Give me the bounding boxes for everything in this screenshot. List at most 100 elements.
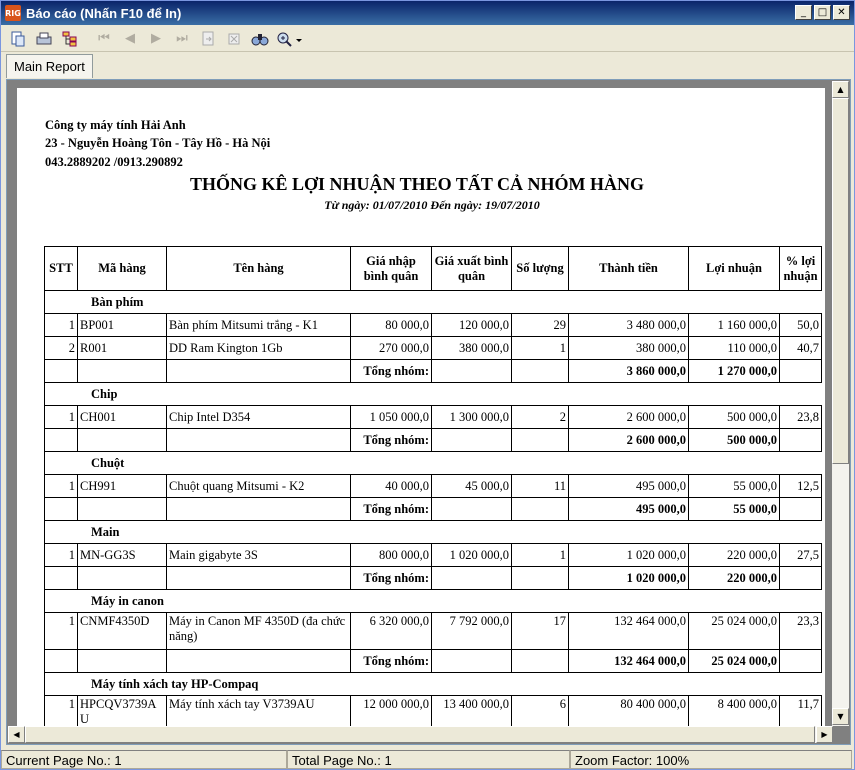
table-cell: 23,8 [779, 405, 822, 429]
vertical-scroll-thumb[interactable] [832, 98, 849, 464]
horizontal-scroll-thumb[interactable] [25, 726, 815, 743]
table-cell: 6 320 000,0 [350, 612, 432, 650]
group-total-row: Tổng nhóm: 2 600 000,0 500 000,0 [44, 428, 822, 452]
maximize-button[interactable]: □ [814, 5, 831, 20]
zoom-icon[interactable] [275, 28, 305, 50]
col-stt: STT [44, 246, 78, 291]
col-name: Tên hàng [166, 246, 351, 291]
first-page-icon[interactable]: ⏮ [93, 28, 115, 50]
table-cell: 1 020 000,0 [431, 543, 512, 567]
table-cell [779, 359, 822, 383]
current-page-status: Current Page No.: 1 [1, 750, 287, 769]
table-cell: 3 860 000,0 [568, 359, 689, 383]
stop-icon[interactable] [223, 28, 245, 50]
group-header: Chip [44, 382, 822, 406]
table-cell: Tổng nhóm: [350, 497, 432, 521]
table-cell: 1 050 000,0 [350, 405, 432, 429]
table-cell: 1 [44, 474, 78, 498]
group-header: Bàn phím [44, 290, 822, 314]
table-cell: 2 600 000,0 [568, 405, 689, 429]
table-cell: 17 [511, 612, 569, 650]
table-cell: Tổng nhóm: [350, 649, 432, 673]
company-name: Công ty máy tính Hải Anh [45, 118, 186, 132]
table-cell: 55 000,0 [688, 497, 780, 521]
table-cell [511, 359, 569, 383]
export-icon[interactable] [7, 28, 29, 50]
table-cell: 1 [44, 612, 78, 650]
group-tree-icon[interactable] [59, 28, 81, 50]
table-cell: 220 000,0 [688, 566, 780, 590]
table-cell: 120 000,0 [431, 313, 512, 337]
group-header: Chuột [44, 451, 822, 475]
table-cell: 1 [511, 336, 569, 360]
next-page-icon[interactable]: ▶ [145, 28, 167, 50]
vertical-scrollbar[interactable]: ▲ ▼ [832, 81, 849, 726]
table-cell: 12,5 [779, 474, 822, 498]
table-cell: 495 000,0 [568, 474, 689, 498]
tab-main-report[interactable]: Main Report [6, 54, 93, 78]
status-bar: Current Page No.: 1 Total Page No.: 1 Zo… [1, 750, 854, 770]
group-total-row: Tổng nhóm: 495 000,0 55 000,0 [44, 497, 822, 521]
col-profit-pct: % lợi nhuận [779, 246, 822, 291]
print-icon[interactable] [33, 28, 55, 50]
group-header: Máy in canon [44, 589, 822, 613]
horizontal-scrollbar[interactable]: ◀ ▶ [8, 726, 833, 743]
scroll-right-icon[interactable]: ▶ [816, 726, 833, 743]
table-cell: 1 [44, 543, 78, 567]
group-total-row: Tổng nhóm: 132 464 000,0 25 024 000,0 [44, 649, 822, 673]
previous-page-icon[interactable]: ◀ [119, 28, 141, 50]
scroll-left-icon[interactable]: ◀ [8, 726, 25, 743]
table-cell [77, 428, 167, 452]
table-cell: 3 480 000,0 [568, 313, 689, 337]
goto-page-icon[interactable] [197, 28, 219, 50]
date-range: Từ ngày: 01/07/2010 Đến ngày: 19/07/2010 [324, 198, 540, 212]
table-cell: CNMF4350D [77, 612, 167, 650]
table-cell: 110 000,0 [688, 336, 780, 360]
table-cell: Tổng nhóm: [350, 428, 432, 452]
table-cell [431, 649, 512, 673]
scroll-up-icon[interactable]: ▲ [832, 81, 849, 98]
table-row: 1 HPCQV3739AU Máy tính xách tay V3739AU 12 … [44, 695, 822, 726]
table-cell: Main gigabyte 3S [166, 543, 351, 567]
search-icon[interactable] [249, 28, 271, 50]
table-row: 1 BP001 Bàn phím Mitsumi trắng - K1 80 000,… [44, 313, 822, 337]
last-page-icon[interactable]: ⏭ [171, 28, 193, 50]
table-cell: Chuột quang Mitsumi - K2 [166, 474, 351, 498]
table-cell: 55 000,0 [688, 474, 780, 498]
table-cell: 11 [511, 474, 569, 498]
table-cell: 800 000,0 [350, 543, 432, 567]
group-header: Máy tính xách tay HP-Compaq [44, 672, 822, 696]
table-cell: 495 000,0 [568, 497, 689, 521]
table-cell: 2 [44, 336, 78, 360]
table-cell: 380 000,0 [431, 336, 512, 360]
table-cell [44, 566, 78, 590]
table-cell [511, 428, 569, 452]
table-cell [77, 566, 167, 590]
table-cell: 29 [511, 313, 569, 337]
table-cell [431, 566, 512, 590]
table-cell: HPCQV3739AU [77, 695, 167, 726]
col-code: Mã hàng [77, 246, 167, 291]
title-bar[interactable]: RIG Báo cáo (Nhấn F10 để In) _ □ ✕ [1, 1, 854, 25]
table-row: 1 CNMF4350D Máy in Canon MF 4350D (đa chức… [44, 612, 822, 650]
col-amount: Thành tiền [568, 246, 689, 291]
window-title: Báo cáo (Nhấn F10 để In) [26, 5, 182, 21]
col-profit: Lợi nhuận [688, 246, 780, 291]
table-cell: 80 000,0 [350, 313, 432, 337]
close-button[interactable]: ✕ [833, 5, 850, 20]
table-cell: 25 024 000,0 [688, 649, 780, 673]
minimize-button[interactable]: _ [795, 5, 812, 20]
group-total-row: Tổng nhóm: 1 020 000,0 220 000,0 [44, 566, 822, 590]
table-cell: 2 [511, 405, 569, 429]
scroll-down-icon[interactable]: ▼ [832, 708, 849, 725]
tab-strip: Main Report [1, 53, 854, 79]
table-cell: 45 000,0 [431, 474, 512, 498]
table-cell: 12 000 000,0 [350, 695, 432, 726]
table-cell: 50,0 [779, 313, 822, 337]
table-cell [431, 428, 512, 452]
report-viewer[interactable]: Công ty máy tính Hải Anh 23 - Nguyễn Hoà… [6, 79, 851, 745]
col-buy-price: Giá nhập bình quân [350, 246, 432, 291]
table-cell: 11,7 [779, 695, 822, 726]
table-cell: 500 000,0 [688, 428, 780, 452]
report-window: RIG Báo cáo (Nhấn F10 để In) _ □ ✕ ⏮ ◀ ▶… [0, 0, 855, 770]
